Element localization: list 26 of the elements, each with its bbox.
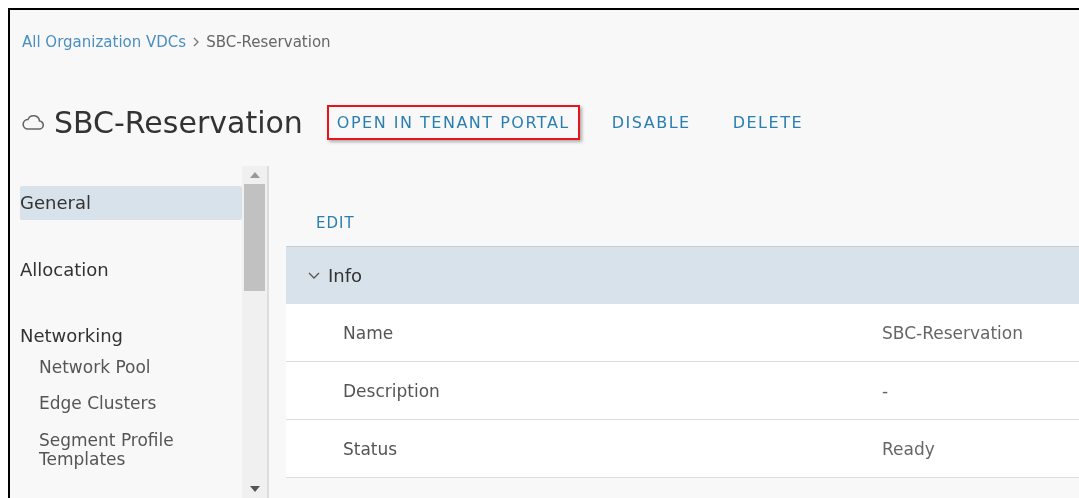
field-value: - [882, 380, 889, 401]
cloud-icon [22, 113, 44, 131]
scrollbar[interactable] [242, 166, 269, 498]
section-header[interactable]: Info [286, 247, 1079, 304]
field-label: Name [342, 322, 395, 343]
action-button[interactable]: OPEN IN TENANT PORTAL [326, 104, 580, 140]
action-button[interactable]: DELETE [722, 104, 814, 140]
scroll-thumb[interactable] [244, 184, 265, 291]
sidebar-item[interactable]: Network Pool [20, 355, 242, 379]
scroll-down-icon[interactable] [249, 486, 260, 492]
sidebar-item[interactable]: Allocation [20, 252, 242, 287]
sidebar-item[interactable]: General [20, 186, 242, 220]
scroll-up-icon[interactable] [249, 172, 260, 178]
page-title: SBC-Reservation [54, 104, 303, 140]
sidebar-item[interactable]: Edge Clusters [20, 392, 242, 416]
chevron-right-icon [192, 36, 201, 48]
field-label: Status [342, 438, 399, 459]
sidebar-item[interactable]: Segment Profile Templates [20, 429, 242, 471]
field-value: Ready [882, 438, 935, 459]
field-label: Description [342, 380, 441, 401]
breadcrumb-current: SBC-Reservation [206, 33, 331, 51]
sidebar-item[interactable]: Networking [20, 319, 242, 353]
edit-button[interactable]: EDIT [316, 214, 355, 232]
chevron-down-icon [308, 271, 320, 280]
field-value: SBC-Reservation [882, 322, 1023, 343]
action-button[interactable]: DISABLE [601, 104, 701, 140]
